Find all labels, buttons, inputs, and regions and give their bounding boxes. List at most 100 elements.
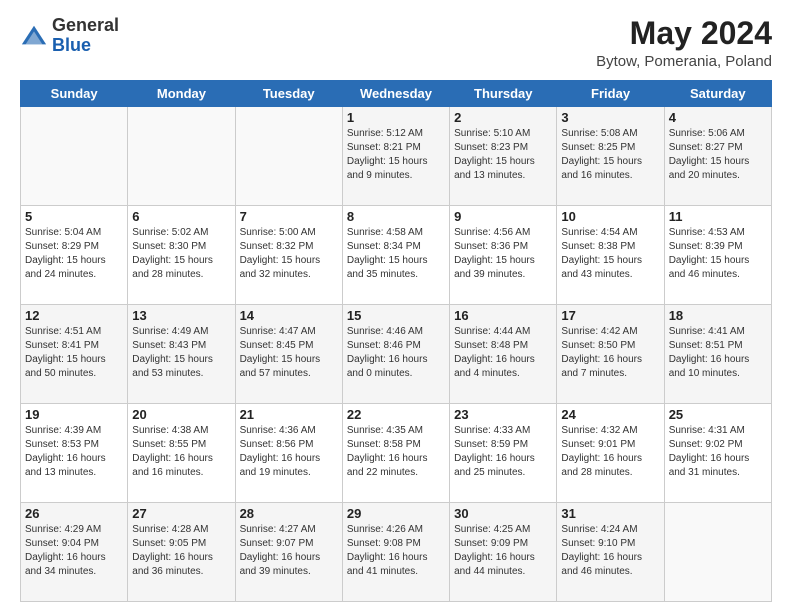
calendar-page: General Blue May 2024 Bytow, Pomerania, … — [0, 0, 792, 612]
day-number: 14 — [240, 308, 338, 323]
main-title: May 2024 — [596, 16, 772, 51]
day-info: Sunrise: 4:32 AMSunset: 9:01 PMDaylight:… — [561, 425, 642, 478]
day-number: 10 — [561, 209, 659, 224]
table-row: 25 Sunrise: 4:31 AMSunset: 9:02 PMDaylig… — [664, 404, 771, 503]
header-tuesday: Tuesday — [235, 81, 342, 107]
day-info: Sunrise: 4:25 AMSunset: 9:09 PMDaylight:… — [454, 524, 535, 577]
calendar-week-row: 12 Sunrise: 4:51 AMSunset: 8:41 PMDaylig… — [21, 305, 772, 404]
table-row — [664, 503, 771, 602]
table-row: 22 Sunrise: 4:35 AMSunset: 8:58 PMDaylig… — [342, 404, 449, 503]
day-number: 31 — [561, 506, 659, 521]
day-number: 30 — [454, 506, 552, 521]
day-number: 1 — [347, 110, 445, 125]
table-row: 19 Sunrise: 4:39 AMSunset: 8:53 PMDaylig… — [21, 404, 128, 503]
day-info: Sunrise: 4:42 AMSunset: 8:50 PMDaylight:… — [561, 326, 642, 379]
day-info: Sunrise: 4:58 AMSunset: 8:34 PMDaylight:… — [347, 227, 428, 280]
day-info: Sunrise: 4:29 AMSunset: 9:04 PMDaylight:… — [25, 524, 106, 577]
day-number: 18 — [669, 308, 767, 323]
day-number: 20 — [132, 407, 230, 422]
table-row: 4 Sunrise: 5:06 AMSunset: 8:27 PMDayligh… — [664, 107, 771, 206]
day-info: Sunrise: 4:46 AMSunset: 8:46 PMDaylight:… — [347, 326, 428, 379]
day-info: Sunrise: 4:27 AMSunset: 9:07 PMDaylight:… — [240, 524, 321, 577]
day-info: Sunrise: 5:04 AMSunset: 8:29 PMDaylight:… — [25, 227, 106, 280]
table-row — [235, 107, 342, 206]
day-number: 2 — [454, 110, 552, 125]
day-info: Sunrise: 5:02 AMSunset: 8:30 PMDaylight:… — [132, 227, 213, 280]
day-number: 8 — [347, 209, 445, 224]
table-row: 21 Sunrise: 4:36 AMSunset: 8:56 PMDaylig… — [235, 404, 342, 503]
day-number: 15 — [347, 308, 445, 323]
table-row: 27 Sunrise: 4:28 AMSunset: 9:05 PMDaylig… — [128, 503, 235, 602]
logo-icon — [20, 22, 48, 50]
table-row: 29 Sunrise: 4:26 AMSunset: 9:08 PMDaylig… — [342, 503, 449, 602]
day-number: 7 — [240, 209, 338, 224]
table-row: 14 Sunrise: 4:47 AMSunset: 8:45 PMDaylig… — [235, 305, 342, 404]
table-row: 13 Sunrise: 4:49 AMSunset: 8:43 PMDaylig… — [128, 305, 235, 404]
day-number: 3 — [561, 110, 659, 125]
logo: General Blue — [20, 16, 119, 56]
table-row: 11 Sunrise: 4:53 AMSunset: 8:39 PMDaylig… — [664, 206, 771, 305]
day-info: Sunrise: 4:38 AMSunset: 8:55 PMDaylight:… — [132, 425, 213, 478]
table-row: 15 Sunrise: 4:46 AMSunset: 8:46 PMDaylig… — [342, 305, 449, 404]
table-row: 7 Sunrise: 5:00 AMSunset: 8:32 PMDayligh… — [235, 206, 342, 305]
day-info: Sunrise: 4:28 AMSunset: 9:05 PMDaylight:… — [132, 524, 213, 577]
table-row: 5 Sunrise: 5:04 AMSunset: 8:29 PMDayligh… — [21, 206, 128, 305]
day-info: Sunrise: 4:47 AMSunset: 8:45 PMDaylight:… — [240, 326, 321, 379]
calendar-week-row: 26 Sunrise: 4:29 AMSunset: 9:04 PMDaylig… — [21, 503, 772, 602]
calendar-header-row: Sunday Monday Tuesday Wednesday Thursday… — [21, 81, 772, 107]
day-info: Sunrise: 4:49 AMSunset: 8:43 PMDaylight:… — [132, 326, 213, 379]
table-row: 28 Sunrise: 4:27 AMSunset: 9:07 PMDaylig… — [235, 503, 342, 602]
table-row: 2 Sunrise: 5:10 AMSunset: 8:23 PMDayligh… — [450, 107, 557, 206]
title-block: May 2024 Bytow, Pomerania, Poland — [596, 16, 772, 70]
table-row: 1 Sunrise: 5:12 AMSunset: 8:21 PMDayligh… — [342, 107, 449, 206]
logo-blue: Blue — [52, 35, 91, 55]
table-row: 31 Sunrise: 4:24 AMSunset: 9:10 PMDaylig… — [557, 503, 664, 602]
day-number: 16 — [454, 308, 552, 323]
day-info: Sunrise: 5:10 AMSunset: 8:23 PMDaylight:… — [454, 128, 535, 181]
day-number: 6 — [132, 209, 230, 224]
day-info: Sunrise: 5:00 AMSunset: 8:32 PMDaylight:… — [240, 227, 321, 280]
day-info: Sunrise: 4:44 AMSunset: 8:48 PMDaylight:… — [454, 326, 535, 379]
day-number: 29 — [347, 506, 445, 521]
day-number: 11 — [669, 209, 767, 224]
day-info: Sunrise: 4:56 AMSunset: 8:36 PMDaylight:… — [454, 227, 535, 280]
day-number: 19 — [25, 407, 123, 422]
day-info: Sunrise: 4:41 AMSunset: 8:51 PMDaylight:… — [669, 326, 750, 379]
table-row: 20 Sunrise: 4:38 AMSunset: 8:55 PMDaylig… — [128, 404, 235, 503]
day-number: 4 — [669, 110, 767, 125]
day-info: Sunrise: 5:06 AMSunset: 8:27 PMDaylight:… — [669, 128, 750, 181]
day-number: 12 — [25, 308, 123, 323]
table-row: 16 Sunrise: 4:44 AMSunset: 8:48 PMDaylig… — [450, 305, 557, 404]
logo-general: General — [52, 15, 119, 35]
day-number: 23 — [454, 407, 552, 422]
table-row: 10 Sunrise: 4:54 AMSunset: 8:38 PMDaylig… — [557, 206, 664, 305]
day-number: 26 — [25, 506, 123, 521]
table-row: 18 Sunrise: 4:41 AMSunset: 8:51 PMDaylig… — [664, 305, 771, 404]
header-wednesday: Wednesday — [342, 81, 449, 107]
table-row — [128, 107, 235, 206]
table-row: 24 Sunrise: 4:32 AMSunset: 9:01 PMDaylig… — [557, 404, 664, 503]
day-number: 5 — [25, 209, 123, 224]
calendar-table: Sunday Monday Tuesday Wednesday Thursday… — [20, 80, 772, 602]
calendar-week-row: 19 Sunrise: 4:39 AMSunset: 8:53 PMDaylig… — [21, 404, 772, 503]
table-row: 30 Sunrise: 4:25 AMSunset: 9:09 PMDaylig… — [450, 503, 557, 602]
table-row: 8 Sunrise: 4:58 AMSunset: 8:34 PMDayligh… — [342, 206, 449, 305]
table-row: 23 Sunrise: 4:33 AMSunset: 8:59 PMDaylig… — [450, 404, 557, 503]
calendar-week-row: 5 Sunrise: 5:04 AMSunset: 8:29 PMDayligh… — [21, 206, 772, 305]
table-row: 12 Sunrise: 4:51 AMSunset: 8:41 PMDaylig… — [21, 305, 128, 404]
table-row: 9 Sunrise: 4:56 AMSunset: 8:36 PMDayligh… — [450, 206, 557, 305]
subtitle: Bytow, Pomerania, Poland — [596, 53, 772, 70]
day-info: Sunrise: 5:08 AMSunset: 8:25 PMDaylight:… — [561, 128, 642, 181]
header-monday: Monday — [128, 81, 235, 107]
header-thursday: Thursday — [450, 81, 557, 107]
day-number: 13 — [132, 308, 230, 323]
day-info: Sunrise: 4:53 AMSunset: 8:39 PMDaylight:… — [669, 227, 750, 280]
day-number: 17 — [561, 308, 659, 323]
day-number: 24 — [561, 407, 659, 422]
day-info: Sunrise: 5:12 AMSunset: 8:21 PMDaylight:… — [347, 128, 428, 181]
day-info: Sunrise: 4:36 AMSunset: 8:56 PMDaylight:… — [240, 425, 321, 478]
day-number: 28 — [240, 506, 338, 521]
day-info: Sunrise: 4:33 AMSunset: 8:59 PMDaylight:… — [454, 425, 535, 478]
header-friday: Friday — [557, 81, 664, 107]
day-info: Sunrise: 4:35 AMSunset: 8:58 PMDaylight:… — [347, 425, 428, 478]
